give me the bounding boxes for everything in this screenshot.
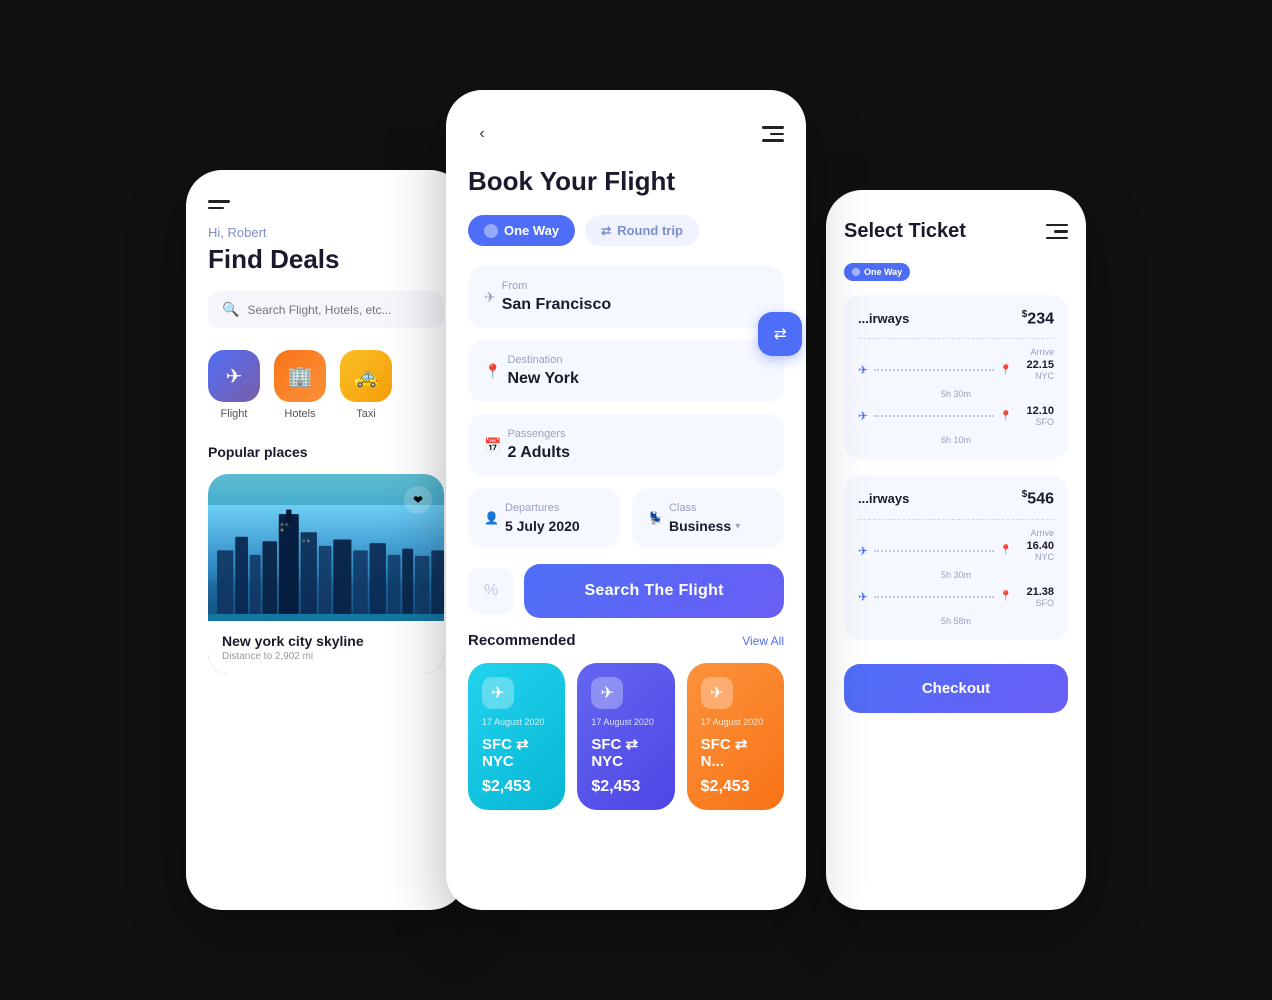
flight-row-2-1: ✈ 📍 16.40 NYC xyxy=(858,540,1054,562)
airline-1-price: $234 xyxy=(1022,309,1054,328)
page-title-left: Find Deals xyxy=(208,244,444,275)
airline-card-2[interactable]: ...irways $546 Arrive ✈ 📍 16.40 NYC xyxy=(844,475,1068,639)
favorite-button[interactable]: ❤ xyxy=(404,486,432,514)
category-flight[interactable]: ✈ Flight xyxy=(208,350,260,420)
flight-row-1-1: ✈ 📍 22.15 NYC xyxy=(858,359,1054,381)
from-dest-wrapper: ✈ From San Francisco ⇅ 📍 Destination New… xyxy=(468,266,784,402)
airline-2-header: ...irways $546 xyxy=(858,489,1054,508)
duration-1-2: 6h 10m xyxy=(858,435,1054,445)
hotel-icon[interactable]: 🏢 xyxy=(274,350,326,402)
duration-1-1: 5h 30m xyxy=(858,389,1054,399)
flight-icon[interactable]: ✈ xyxy=(208,350,260,402)
search-input[interactable] xyxy=(247,303,430,317)
airline-2-name: ...irways xyxy=(858,491,909,506)
rec-plane-icon-3: ✈ xyxy=(701,677,733,709)
chevron-down-icon: ▾ xyxy=(735,521,740,532)
center-topbar: ‹ xyxy=(468,120,784,148)
back-button[interactable]: ‹ xyxy=(468,120,496,148)
recommended-title: Recommended xyxy=(468,632,576,649)
right-page-title: Select Ticket xyxy=(844,220,966,243)
flight-row-2-2: ✈ 📍 21.38 SFO xyxy=(858,586,1054,608)
view-all-link[interactable]: View All xyxy=(742,634,784,648)
taxi-icon[interactable]: 🚕 xyxy=(340,350,392,402)
flight-label: Flight xyxy=(221,408,248,420)
location-pin-icon: 📍 xyxy=(484,363,501,380)
recommended-cards: ✈ 17 August 2020 SFC ⇄ NYC $2,453 ✈ 17 A… xyxy=(468,663,784,810)
rec-card-2[interactable]: ✈ 17 August 2020 SFC ⇄ NYC $2,453 xyxy=(577,663,674,810)
recommended-header: Recommended View All xyxy=(468,632,784,649)
departures-field[interactable]: 👤 Departures 5 July 2020 xyxy=(468,488,620,548)
rec-card-1[interactable]: ✈ 17 August 2020 SFC ⇄ NYC $2,453 xyxy=(468,663,565,810)
left-screen: Hi, Robert Find Deals 🔍 ✈ Flight 🏢 Hotel… xyxy=(186,170,466,910)
calendar-icon: 📅 xyxy=(484,437,501,454)
person-icon: 👤 xyxy=(484,511,499,525)
left-menu-icon[interactable] xyxy=(208,200,444,209)
plane-from-icon: ✈ xyxy=(484,289,496,306)
category-taxi[interactable]: 🚕 Taxi xyxy=(340,350,392,420)
search-box[interactable]: 🔍 xyxy=(208,291,444,328)
right-menu-icon[interactable] xyxy=(1046,224,1068,240)
pin-icon-2: 📍 xyxy=(1000,411,1012,422)
search-flight-button[interactable]: Search The Flight xyxy=(524,564,784,618)
round-trip-button[interactable]: ⇄ Round trip xyxy=(585,215,699,246)
destination-field[interactable]: 📍 Destination New York xyxy=(468,340,784,402)
class-field[interactable]: 💺 Class Business ▾ xyxy=(632,488,784,548)
airline-card-1[interactable]: ...irways $234 Arrive ✈ 📍 22.15 NYC xyxy=(844,295,1068,459)
place-distance: Distance to 2,902 mi xyxy=(222,651,430,662)
circle-icon xyxy=(484,224,498,238)
category-icons: ✈ Flight 🏢 Hotels 🚕 Taxi xyxy=(208,350,444,420)
rec-card-3[interactable]: ✈ 17 August 2020 SFC ⇄ N... $2,453 xyxy=(687,663,784,810)
plane-return-icon-2: ✈ xyxy=(858,590,868,604)
popular-places-title: Popular places xyxy=(208,444,444,460)
pin-icon-1: 📍 xyxy=(1000,365,1012,376)
from-field[interactable]: ✈ From San Francisco xyxy=(468,266,784,328)
percent-icon: % xyxy=(484,582,498,600)
transfer-icon: ⇄ xyxy=(601,224,611,238)
checkout-button[interactable]: Checkout xyxy=(844,664,1068,713)
swap-button[interactable]: ⇅ xyxy=(758,312,802,356)
pin-icon-3: 📍 xyxy=(1000,545,1012,556)
duration-2-2: 5h 58m xyxy=(858,616,1054,626)
arrive-label-1: Arrive xyxy=(1030,347,1054,357)
search-icon: 🔍 xyxy=(222,301,239,318)
promo-icon-btn[interactable]: % xyxy=(468,568,514,614)
city-skyline-image xyxy=(208,505,444,614)
pin-icon-4: 📍 xyxy=(1000,591,1012,602)
rec-plane-icon-2: ✈ xyxy=(591,677,623,709)
taxi-label: Taxi xyxy=(356,408,376,420)
place-info: New york city skyline Distance to 2,902 … xyxy=(208,621,444,674)
arrive-label-2: Arrive xyxy=(1030,528,1054,538)
place-card[interactable]: ❤ New york city skyline Distance to 2,90… xyxy=(208,474,444,674)
greeting-text: Hi, Robert xyxy=(208,225,444,240)
trip-toggle: One Way ⇄ Round trip xyxy=(468,215,784,246)
plane-return-icon: ✈ xyxy=(858,409,868,423)
airline-1-header: ...irways $234 xyxy=(858,309,1054,328)
hotel-label: Hotels xyxy=(284,408,315,420)
circle-dot-icon xyxy=(852,268,860,276)
right-screen: Select Ticket One Way ...irways $234 Arr… xyxy=(826,190,1086,910)
one-way-badge: One Way xyxy=(844,263,910,281)
category-hotels[interactable]: 🏢 Hotels xyxy=(274,350,326,420)
place-name: New york city skyline xyxy=(222,633,430,649)
flight-row-1-2: ✈ 📍 12.10 SFO xyxy=(858,405,1054,427)
center-page-title: Book Your Flight xyxy=(468,166,784,197)
plane-depart-icon-2: ✈ xyxy=(858,544,868,558)
rec-plane-icon-1: ✈ xyxy=(482,677,514,709)
plane-depart-icon: ✈ xyxy=(858,363,868,377)
passengers-field[interactable]: 📅 Passengers 2 Adults xyxy=(468,414,784,476)
airline-2-price: $546 xyxy=(1022,489,1054,508)
airline-1-name: ...irways xyxy=(858,311,909,326)
duration-2-1: 5h 30m xyxy=(858,570,1054,580)
seat-icon: 💺 xyxy=(648,511,663,525)
one-way-button[interactable]: One Way xyxy=(468,215,575,246)
center-screen: ‹ Book Your Flight One Way ⇄ Round trip … xyxy=(446,90,806,910)
right-header: Select Ticket xyxy=(844,220,1068,243)
center-menu-icon[interactable] xyxy=(762,126,784,142)
